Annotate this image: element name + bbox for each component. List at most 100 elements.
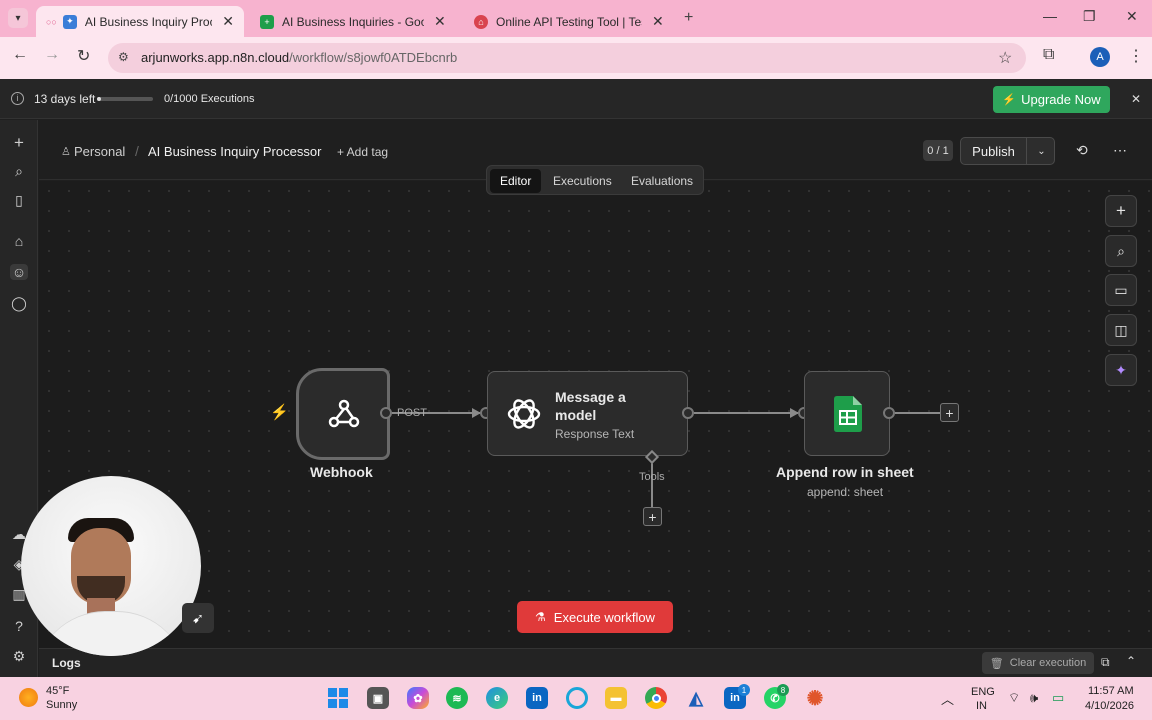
chevron-up-tray-icon[interactable]: ︿ [941,689,954,708]
arc-browser-icon[interactable]: ◭ [685,687,707,709]
settings-icon[interactable]: ⚙ [10,648,28,665]
browser-menu-icon[interactable]: ⋮ [1128,46,1144,66]
sticky-note-button[interactable]: ▭ [1105,274,1137,306]
back-arrow-icon[interactable]: ← [12,46,28,64]
tab-executions[interactable]: Executions [543,169,622,193]
add-node-button[interactable]: + [1105,195,1137,227]
tidy-up-button[interactable]: ➹ [182,603,214,633]
more-options-icon[interactable]: ⋯ [1113,142,1127,159]
trigger-lightning-icon: ⚡ [270,404,289,421]
publish-button-group: Publish ⌄ [960,137,1055,165]
minimize-icon[interactable]: — [1043,8,1057,24]
panel-toggle-icon[interactable]: ▯ [10,192,28,209]
close-tab-icon[interactable]: ✕ [434,13,446,30]
claude-icon[interactable]: ✺ [804,687,826,710]
execute-workflow-button[interactable]: ⚗ Execute workflow [517,601,673,633]
edge-icon[interactable]: e [486,687,508,709]
search-icon[interactable]: ⌕ [10,163,28,180]
add-icon[interactable]: + [10,133,28,153]
ai-assistant-button[interactable]: ✦ [1105,354,1137,386]
append-row-node[interactable] [804,371,890,456]
logs-label[interactable]: Logs [52,656,81,670]
chrome-icon[interactable] [645,687,667,709]
task-view-icon[interactable]: ▣ [367,687,389,709]
publish-button[interactable]: Publish [961,138,1027,164]
language-top[interactable]: ENG [971,686,995,698]
executions-count: 0/1000 Executions [164,93,255,105]
llm-output-port[interactable] [682,407,694,419]
home-icon[interactable]: ⌂ [10,233,28,249]
tab-title: Online API Testing Tool | Test Yo [496,14,642,29]
file-explorer-icon[interactable]: ▬ [605,687,627,709]
bookmark-star-icon[interactable]: ☆ [998,48,1012,68]
view-tab-toggle: Editor Executions Evaluations [486,165,704,195]
tab-n8n-workflow[interactable]: ○○ ✦ AI Business Inquiry Processo ✕ [36,6,244,37]
tab-search-button[interactable]: ▾ [8,8,28,28]
webhook-method-label: POST [397,407,427,419]
restore-icon[interactable]: ❐ [1083,8,1096,25]
tab-api-testing[interactable]: ⌂ Online API Testing Tool | Test Yo ✕ [464,6,674,37]
clock-time[interactable]: 11:57 AM [1088,685,1134,697]
tab-google-sheets[interactable]: + AI Business Inquiries - Google S ✕ [250,6,460,37]
panel-toggle-button[interactable]: ◫ [1105,314,1137,346]
close-tab-icon[interactable]: ✕ [222,13,234,30]
clock-date[interactable]: 4/10/2026 [1085,700,1134,712]
breadcrumb-project[interactable]: Personal [74,144,125,159]
message-model-node[interactable]: Message a model Response Text [487,371,688,456]
close-banner-icon[interactable]: ✕ [1131,92,1141,106]
windows-start-icon[interactable] [327,687,349,709]
linkedin-icon[interactable]: in [526,687,548,709]
tab-editor[interactable]: Editor [490,169,542,193]
popout-icon[interactable]: ⧉ [1101,655,1110,670]
address-bar[interactable]: ⚙ arjunworks.app.n8n.cloud/workflow/s8jo… [108,43,1026,73]
wifi-icon[interactable]: ⌔ [1008,690,1020,706]
chevron-up-icon[interactable]: ⌃ [1126,654,1136,668]
window-close-icon[interactable]: ✕ [1126,8,1138,25]
add-next-node-button[interactable]: + [940,403,959,422]
weather-temp[interactable]: 45°F [46,685,69,697]
webhook-node[interactable] [296,368,390,460]
close-tab-icon[interactable]: ✕ [652,13,664,30]
language-bottom[interactable]: IN [976,700,987,712]
profile-avatar[interactable]: A [1090,47,1110,67]
spotify-icon[interactable]: ≋ [446,687,468,709]
linkedin-badge: 1 [738,684,750,696]
upgrade-now-button[interactable]: ⚡ Upgrade Now [993,86,1110,113]
webhook-node-label: Webhook [310,464,373,480]
days-left-text: 13 days left [34,92,96,106]
volume-icon[interactable]: 🕪 [1030,690,1038,706]
browser-toolbar: ← → ↻ ⚙ arjunworks.app.n8n.cloud/workflo… [0,37,1152,79]
alexa-icon[interactable] [566,687,588,709]
add-tag-link[interactable]: + Add tag [337,145,388,159]
clear-execution-button[interactable]: 🗑 Clear execution [982,652,1094,674]
history-icon[interactable]: ⟲ [1076,142,1088,159]
forward-arrow-icon[interactable]: → [44,46,60,64]
webhook-output-port[interactable] [380,407,392,419]
url-text: arjunworks.app.n8n.cloud/workflow/s8jowf… [141,50,458,65]
new-tab-button[interactable]: + [684,9,693,27]
chat-icon[interactable]: ◯ [10,295,28,312]
chevron-down-icon[interactable]: ⌄ [1028,138,1055,164]
add-tool-button[interactable]: + [643,507,662,526]
battery-icon[interactable]: ▭ [1052,690,1064,706]
whatsapp-badge: 8 [777,684,789,696]
tools-label: Tools [639,471,665,483]
lightning-icon: ⚡ [1002,94,1017,106]
weather-desc[interactable]: Sunny [46,699,77,711]
execute-label: Execute workflow [553,609,655,625]
site-settings-icon[interactable]: ⚙ [118,50,129,64]
search-nodes-button[interactable]: ⌕ [1105,235,1137,267]
extensions-icon[interactable]: ⧉ [1043,46,1054,64]
reload-icon[interactable]: ↻ [77,46,90,66]
person-icon: ♙ [61,146,71,158]
sheets-output-port[interactable] [883,407,895,419]
help-icon[interactable]: ? [10,618,28,634]
user-icon[interactable]: ☺ [10,264,28,280]
tab-evaluations[interactable]: Evaluations [621,169,703,193]
n8n-logo-icon: ○○ [46,16,57,27]
webcam-overlay [21,476,201,656]
copilot-icon[interactable]: ✿ [407,687,429,709]
sheets-node-label: Append row in sheet [776,464,914,480]
tab-title: AI Business Inquiry Processo [84,14,212,29]
workflow-title[interactable]: AI Business Inquiry Processor [148,144,321,159]
